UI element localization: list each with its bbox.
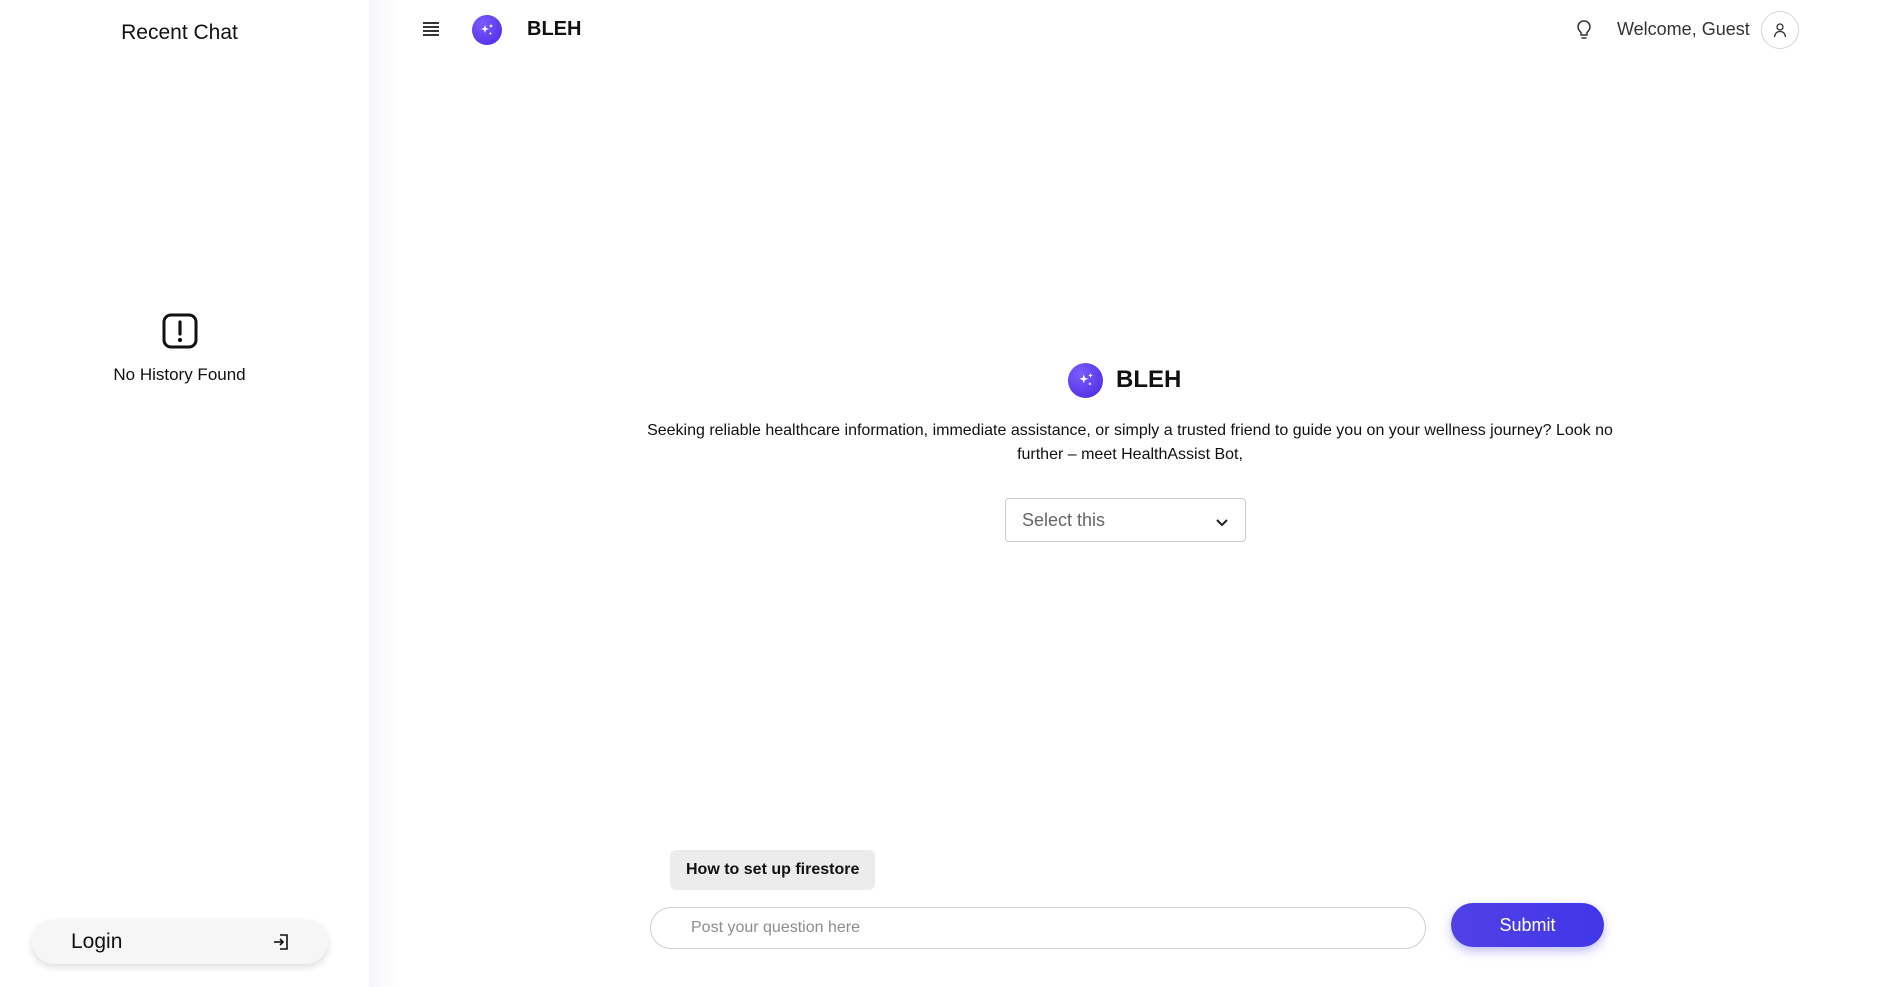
hero-logo [1068, 362, 1103, 398]
sidebar-title: Recent Chat [121, 21, 238, 44]
empty-history-text: No History Found [113, 365, 246, 384]
suggestion-label: How to set up firestore [686, 861, 860, 878]
hero-brand: BLEH [1068, 362, 1181, 398]
user-icon [1773, 23, 1787, 38]
top-header: BLEH Welcome, Guest [369, 0, 1886, 60]
lightbulb-icon[interactable] [1575, 19, 1593, 41]
sidebar: Recent Chat No History Found Login [0, 0, 369, 987]
sparkle-icon [1078, 373, 1093, 386]
suggestion-chip[interactable]: How to set up firestore [670, 850, 876, 890]
login-icon [272, 933, 290, 951]
welcome-text: Welcome, Guest [1617, 19, 1750, 39]
menu-icon[interactable] [421, 20, 441, 38]
sparkle-icon [481, 24, 493, 35]
hero-title: BLEH [1116, 366, 1182, 393]
sidebar-divider-shadow [369, 0, 399, 987]
login-button[interactable]: Login [32, 920, 328, 964]
select-value: Select this [1022, 509, 1106, 530]
submit-button[interactable]: Submit [1451, 903, 1604, 947]
topic-select[interactable]: Select this [1005, 498, 1246, 542]
brand-logo [472, 15, 502, 45]
question-input[interactable] [650, 907, 1426, 949]
chevron-down-icon [1215, 515, 1229, 527]
brand-name: BLEH [527, 18, 582, 40]
hero-description: Seeking reliable healthcare information,… [647, 422, 1613, 463]
history-empty-state: No History Found [0, 312, 359, 385]
login-label: Login [71, 930, 123, 953]
alert-square-icon [161, 312, 199, 350]
user-avatar-button[interactable] [1761, 11, 1799, 49]
